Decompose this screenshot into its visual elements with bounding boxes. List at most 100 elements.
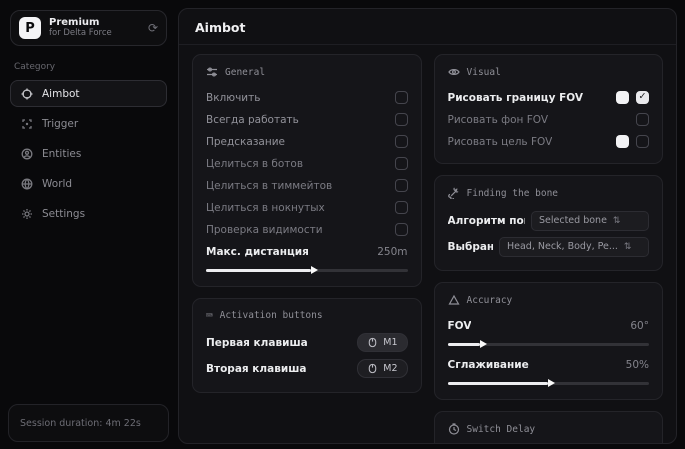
fov-value: 60° — [630, 320, 649, 332]
selected-bones-label: Выбранные кос — [448, 241, 494, 253]
activation-card-title: Activation buttons — [220, 310, 323, 321]
toggle-row-aim-teammates: Целиться в тиммейтов — [206, 175, 408, 196]
toggle-row-prediction: Предсказание — [206, 131, 408, 152]
sliders-icon — [206, 66, 218, 78]
draw-fov-target-row: Рисовать цель FOV — [448, 131, 650, 152]
selected-bones-value: Head, Neck, Body, Pe... — [507, 241, 618, 252]
draw-fov-border-checkbox[interactable] — [636, 91, 649, 104]
general-card: General Включить Всегда работать Предска… — [192, 54, 422, 287]
clock-icon — [448, 423, 460, 435]
bone-algorithm-select[interactable]: Selected bone ⇅ — [531, 211, 649, 231]
slider-thumb[interactable] — [311, 266, 318, 274]
sidebar-item-label: Settings — [42, 208, 85, 220]
first-key-row: Первая клавиша M1 — [206, 330, 408, 355]
first-key-button[interactable]: M1 — [357, 333, 407, 352]
toggle-row-enable: Включить — [206, 87, 408, 108]
content: General Включить Всегда работать Предска… — [179, 45, 676, 443]
toggle-row-always-work: Всегда работать — [206, 109, 408, 130]
aim-teammates-checkbox[interactable] — [395, 179, 408, 192]
slider-thumb[interactable] — [480, 340, 487, 348]
toggle-label: Проверка видимости — [206, 224, 323, 236]
first-key-value: M1 — [383, 337, 397, 348]
slider-thumb[interactable] — [548, 379, 555, 387]
controls — [616, 91, 649, 104]
refresh-icon[interactable]: ⟳ — [148, 21, 158, 35]
visibility-check-checkbox[interactable] — [395, 223, 408, 236]
updown-arrows-icon: ⇅ — [613, 216, 621, 226]
smoothing-row: Сглаживание 50% — [448, 354, 650, 375]
mouse-icon — [367, 363, 378, 374]
visual-card-header: Visual — [448, 66, 650, 78]
smoothing-value: 50% — [626, 359, 649, 371]
prediction-checkbox[interactable] — [395, 135, 408, 148]
first-key-label: Первая клавиша — [206, 337, 308, 349]
mouse-icon — [367, 337, 378, 348]
sidebar-item-aimbot[interactable]: Aimbot — [10, 80, 167, 107]
general-card-title: General — [225, 67, 265, 78]
accuracy-icon — [448, 294, 460, 306]
keyboard-icon: ⌨ — [206, 310, 213, 321]
sidebar-item-label: Trigger — [42, 118, 78, 130]
draw-fov-target-checkbox[interactable] — [636, 135, 649, 148]
activation-card-header: ⌨ Activation buttons — [206, 310, 408, 321]
sidebar-item-world[interactable]: World — [10, 170, 167, 197]
bone-card-title: Finding the bone — [467, 188, 559, 199]
fov-slider[interactable] — [448, 340, 650, 349]
right-column: Visual Рисовать границу FOV Рисовать фон… — [434, 54, 664, 434]
main-header: Aimbot — [179, 9, 676, 45]
aim-bots-checkbox[interactable] — [395, 157, 408, 170]
fov-row: FOV 60° — [448, 315, 650, 336]
sidebar-item-entities[interactable]: Entities — [10, 140, 167, 167]
sidebar: P Premium for Delta Force ⟳ Category Aim… — [0, 0, 177, 449]
switch-delay-card: Switch Delay Задержка переключения Задер… — [434, 411, 664, 443]
accuracy-card-header: Accuracy — [448, 294, 650, 306]
eye-icon — [448, 66, 460, 78]
draw-fov-background-checkbox[interactable] — [636, 113, 649, 126]
enable-checkbox[interactable] — [395, 91, 408, 104]
slider-fill — [206, 269, 311, 272]
fov-border-color-swatch[interactable] — [616, 91, 629, 104]
toggle-label: Всегда работать — [206, 114, 299, 126]
draw-fov-border-label: Рисовать границу FOV — [448, 92, 584, 104]
second-key-button[interactable]: M2 — [357, 359, 407, 378]
brand-text: Premium for Delta Force — [49, 17, 140, 38]
visual-card-title: Visual — [467, 67, 501, 78]
max-distance-label: Макс. дистанция — [206, 246, 309, 258]
draw-fov-background-label: Рисовать фон FOV — [448, 114, 549, 126]
bone-card-header: Finding the bone — [448, 187, 650, 199]
entities-icon — [20, 147, 33, 160]
toggle-label: Целиться в тиммейтов — [206, 180, 332, 192]
globe-icon — [20, 177, 33, 190]
sidebar-item-trigger[interactable]: Trigger — [10, 110, 167, 137]
selected-bones-row: Выбранные кос Head, Neck, Body, Pe... ⇅ — [448, 234, 650, 259]
toggle-label: Включить — [206, 92, 260, 104]
session-duration: Session duration: 4m 22s — [8, 404, 169, 442]
category-label: Category — [14, 62, 163, 72]
selected-bones-select[interactable]: Head, Neck, Body, Pe... ⇅ — [499, 237, 649, 257]
second-key-row: Вторая клавиша M2 — [206, 356, 408, 381]
sidebar-item-settings[interactable]: Settings — [10, 200, 167, 227]
smoothing-slider[interactable] — [448, 379, 650, 388]
always-work-checkbox[interactable] — [395, 113, 408, 126]
bone-algorithm-row: Алгоритм поиска кост Selected bone ⇅ — [448, 208, 650, 233]
fov-target-color-swatch[interactable] — [616, 135, 629, 148]
sidebar-item-label: Entities — [42, 148, 81, 160]
accuracy-card-title: Accuracy — [467, 295, 513, 306]
crosshair-icon — [20, 87, 33, 100]
accuracy-card: Accuracy FOV 60° Сглаживание 50% — [434, 282, 664, 400]
max-distance-slider[interactable] — [206, 266, 408, 275]
slider-fill — [448, 343, 480, 346]
sidebar-item-label: Aimbot — [42, 88, 80, 100]
trigger-icon — [20, 117, 33, 130]
bone-algorithm-value: Selected bone — [539, 215, 607, 226]
activation-card: ⌨ Activation buttons Первая клавиша M1 В… — [192, 298, 422, 393]
main-panel: Aimbot General Включить Всегда работать — [178, 8, 677, 444]
aim-knocked-checkbox[interactable] — [395, 201, 408, 214]
fov-label: FOV — [448, 320, 472, 332]
sidebar-nav: Aimbot Trigger Entities World Settings — [10, 80, 167, 227]
max-distance-row: Макс. дистанция 250m — [206, 241, 408, 262]
brand-subtitle: for Delta Force — [49, 29, 140, 39]
bone-algorithm-label: Алгоритм поиска кост — [448, 215, 526, 227]
general-card-header: General — [206, 66, 408, 78]
updown-arrows-icon: ⇅ — [624, 242, 632, 252]
